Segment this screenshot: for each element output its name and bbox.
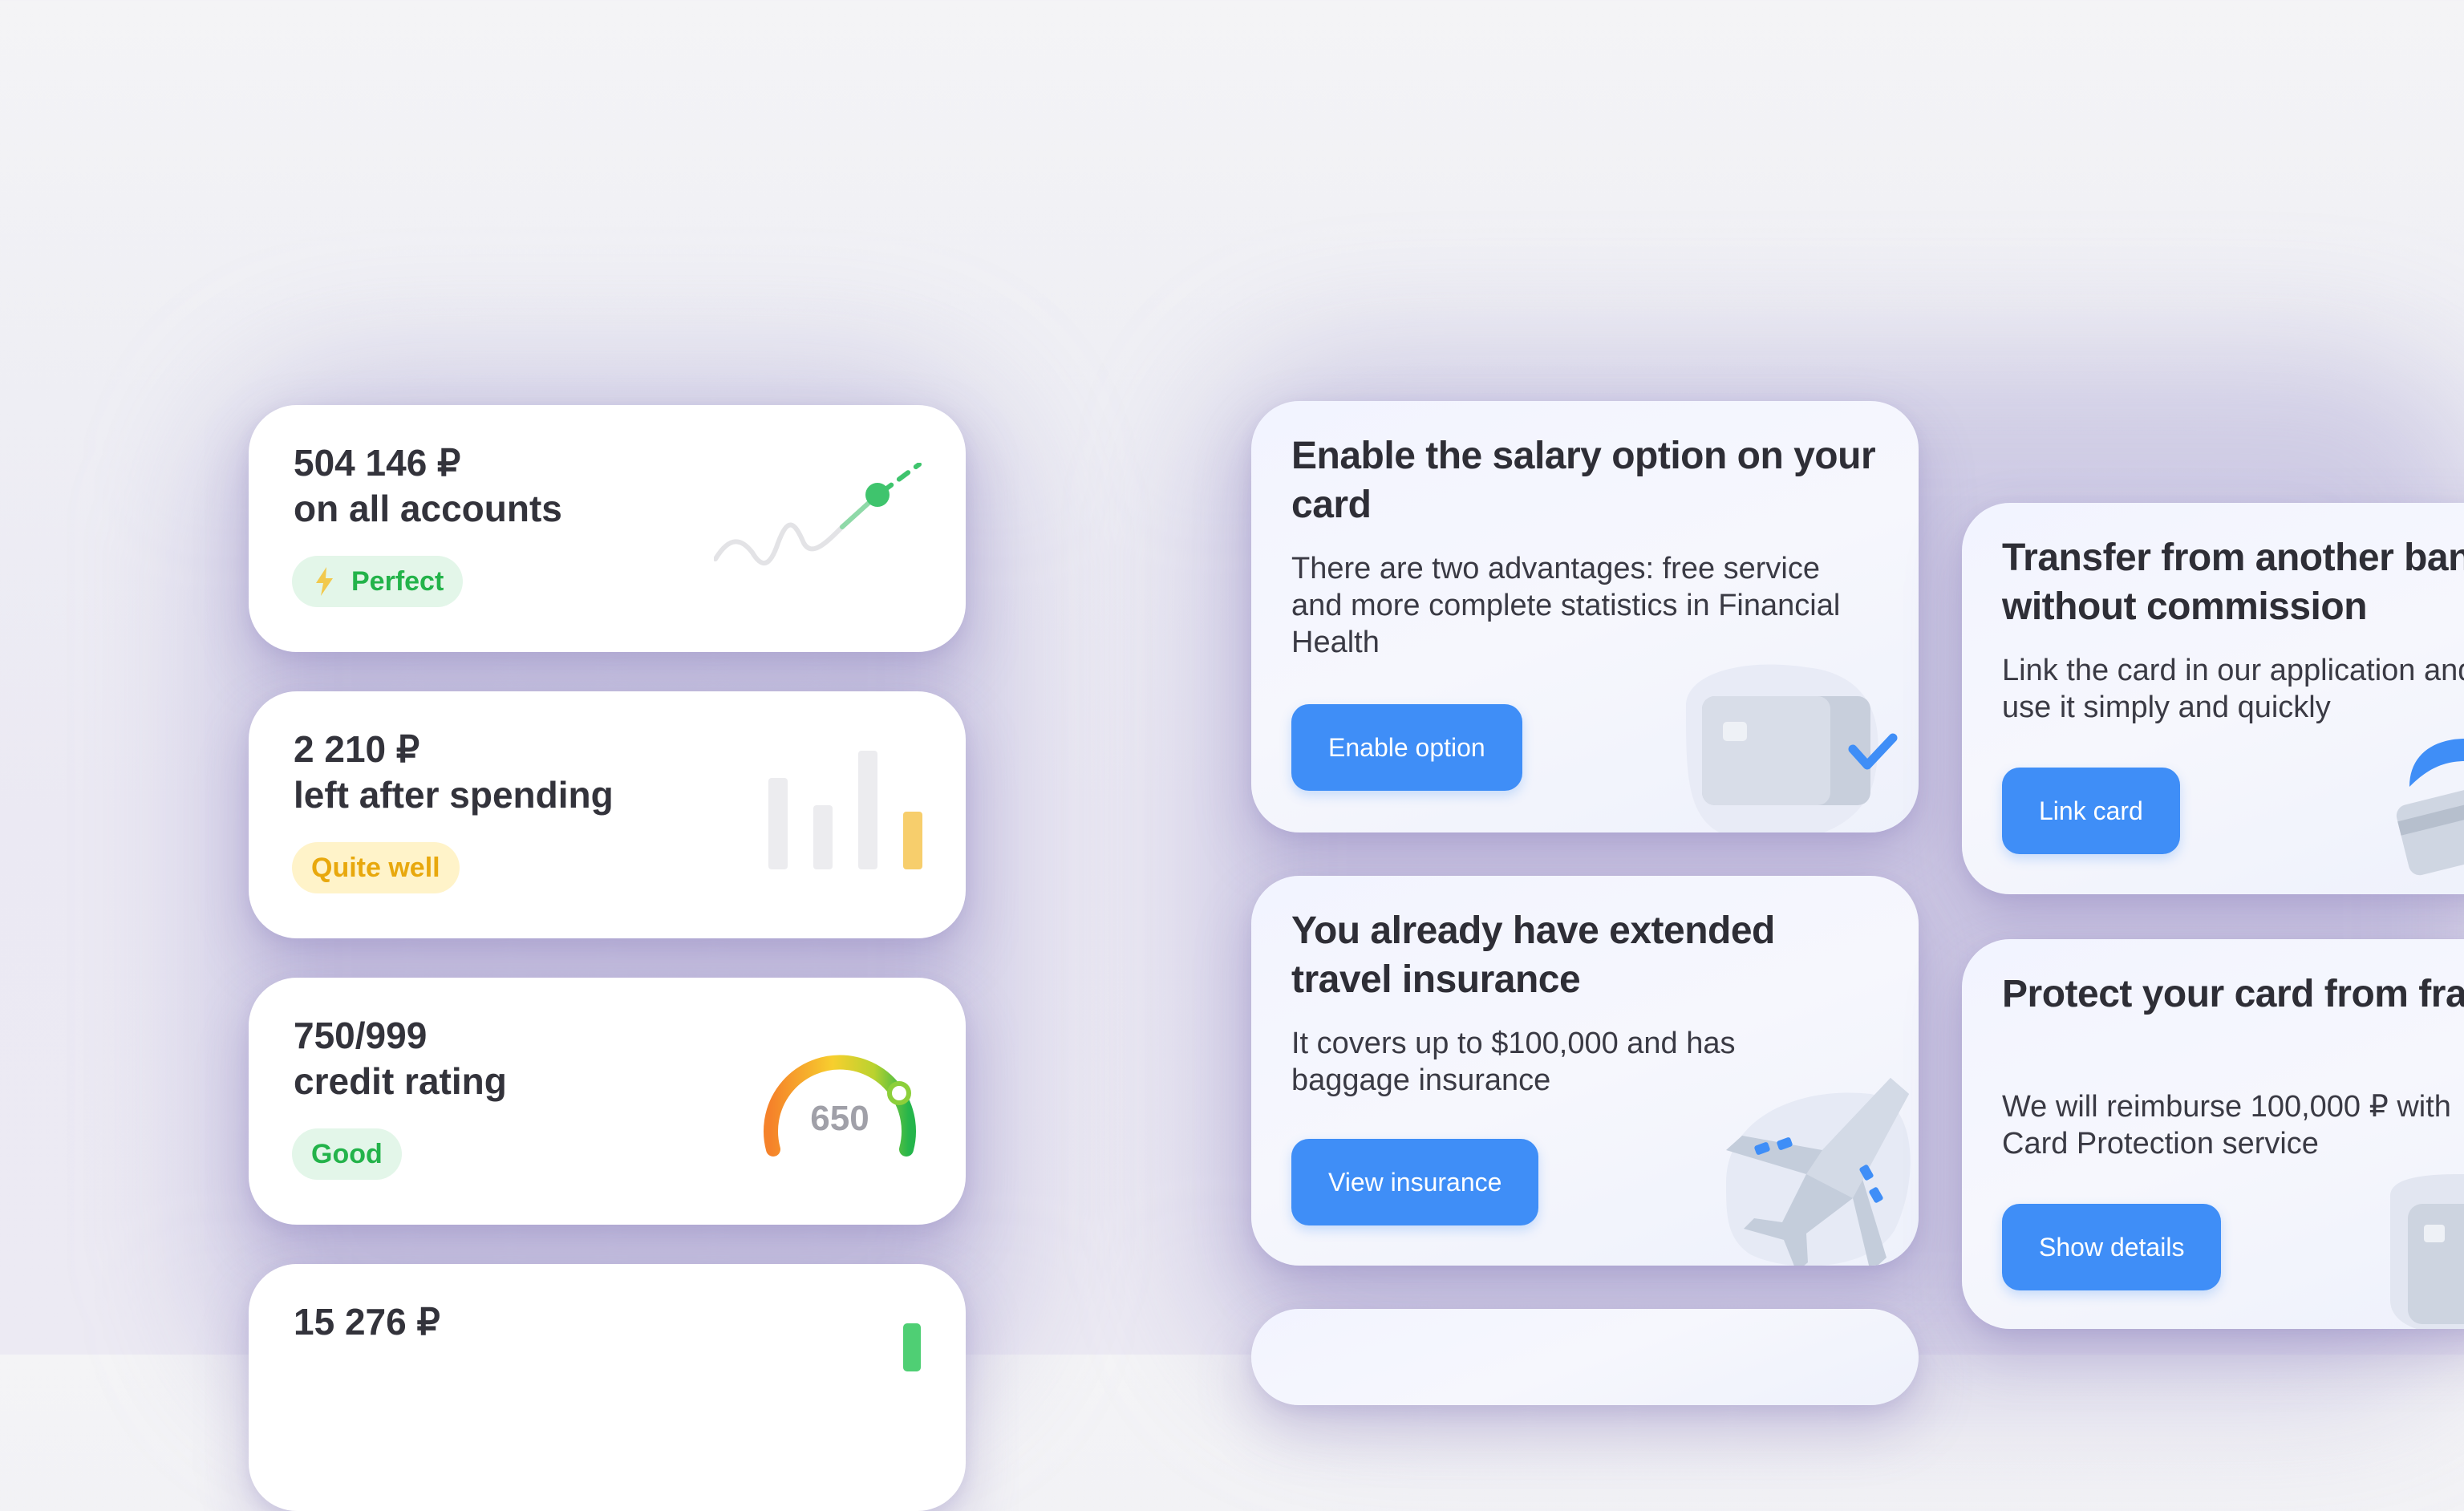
promo-card-salary-option[interactable]: Enable the salary option on your card Th… bbox=[1251, 401, 1919, 832]
stat-caption: on all accounts bbox=[294, 488, 562, 529]
promo-title: Transfer from another bank card without … bbox=[2002, 537, 2464, 628]
stat-amount: 504 146 ₽ bbox=[294, 442, 461, 484]
stat-card-spending[interactable]: 2 210 ₽ left after spending Quite well bbox=[249, 691, 966, 938]
promo-title: Enable the salary option on your card bbox=[1291, 435, 1876, 526]
link-card-button[interactable]: Link card bbox=[2002, 768, 2180, 854]
card-check-icon bbox=[1686, 664, 1898, 832]
spending-bars-icon bbox=[768, 751, 922, 869]
promo-card-transfer[interactable]: Transfer from another bank card without … bbox=[1962, 503, 2464, 894]
promo-description: There are two advantages: free service a… bbox=[1291, 552, 1841, 659]
enable-option-button[interactable]: Enable option bbox=[1291, 704, 1522, 791]
lightning-icon bbox=[316, 567, 333, 596]
stat-card-filling[interactable]: 15 276 ₽ bbox=[249, 1264, 966, 1511]
stat-caption: left after spending bbox=[294, 774, 614, 816]
credit-gauge-icon: 650 bbox=[764, 1055, 916, 1157]
spending-bar bbox=[858, 751, 877, 869]
spending-bar bbox=[813, 805, 833, 869]
status-badge: Good bbox=[292, 1128, 402, 1180]
show-details-button[interactable]: Show details bbox=[2002, 1204, 2222, 1290]
promo-description: Link the card in our application and use… bbox=[2002, 654, 2464, 724]
trend-line-icon bbox=[714, 463, 922, 566]
spending-bar bbox=[768, 778, 788, 869]
spending-bar bbox=[903, 812, 922, 869]
stat-caption: credit rating bbox=[294, 1060, 507, 1102]
stat-amount: 2 210 ₽ bbox=[294, 728, 420, 770]
promo-description: We will reimburse 100,000 ₽ with Card Pr… bbox=[2002, 1090, 2451, 1161]
card-shield-icon bbox=[2390, 1174, 2464, 1329]
status-badge: Quite well bbox=[292, 842, 460, 893]
status-badge: Perfect bbox=[292, 556, 464, 607]
promo-title: Protect your card from fraud and losses bbox=[2002, 973, 2464, 1015]
stat-card-accounts[interactable]: 504 146 ₽ on all accounts Perfect bbox=[249, 405, 966, 652]
card-transfer-icon bbox=[2396, 739, 2464, 876]
status-badge-label: Perfect bbox=[351, 565, 444, 597]
promo-title: You already have extended travel insuran… bbox=[1291, 909, 1775, 1001]
stat-amount: 750/999 bbox=[294, 1015, 428, 1056]
promo-card-partial[interactable] bbox=[1251, 1309, 1919, 1405]
status-badge-label: Quite well bbox=[311, 852, 440, 883]
status-badge-label: Good bbox=[311, 1138, 383, 1169]
stat-amount: 15 276 ₽ bbox=[294, 1301, 440, 1343]
promo-card-travel-insurance[interactable]: You already have extended travel insuran… bbox=[1251, 876, 1919, 1266]
progress-bar-icon bbox=[903, 1323, 921, 1371]
gauge-value: 650 bbox=[810, 1099, 869, 1138]
view-insurance-button[interactable]: View insurance bbox=[1291, 1139, 1539, 1225]
promo-card-card-protection[interactable]: Protect your card from fraud and losses … bbox=[1962, 939, 2464, 1329]
stat-card-credit-rating[interactable]: 750/999 credit rating Good 650 bbox=[249, 978, 966, 1225]
airplane-icon bbox=[1726, 1078, 1911, 1266]
